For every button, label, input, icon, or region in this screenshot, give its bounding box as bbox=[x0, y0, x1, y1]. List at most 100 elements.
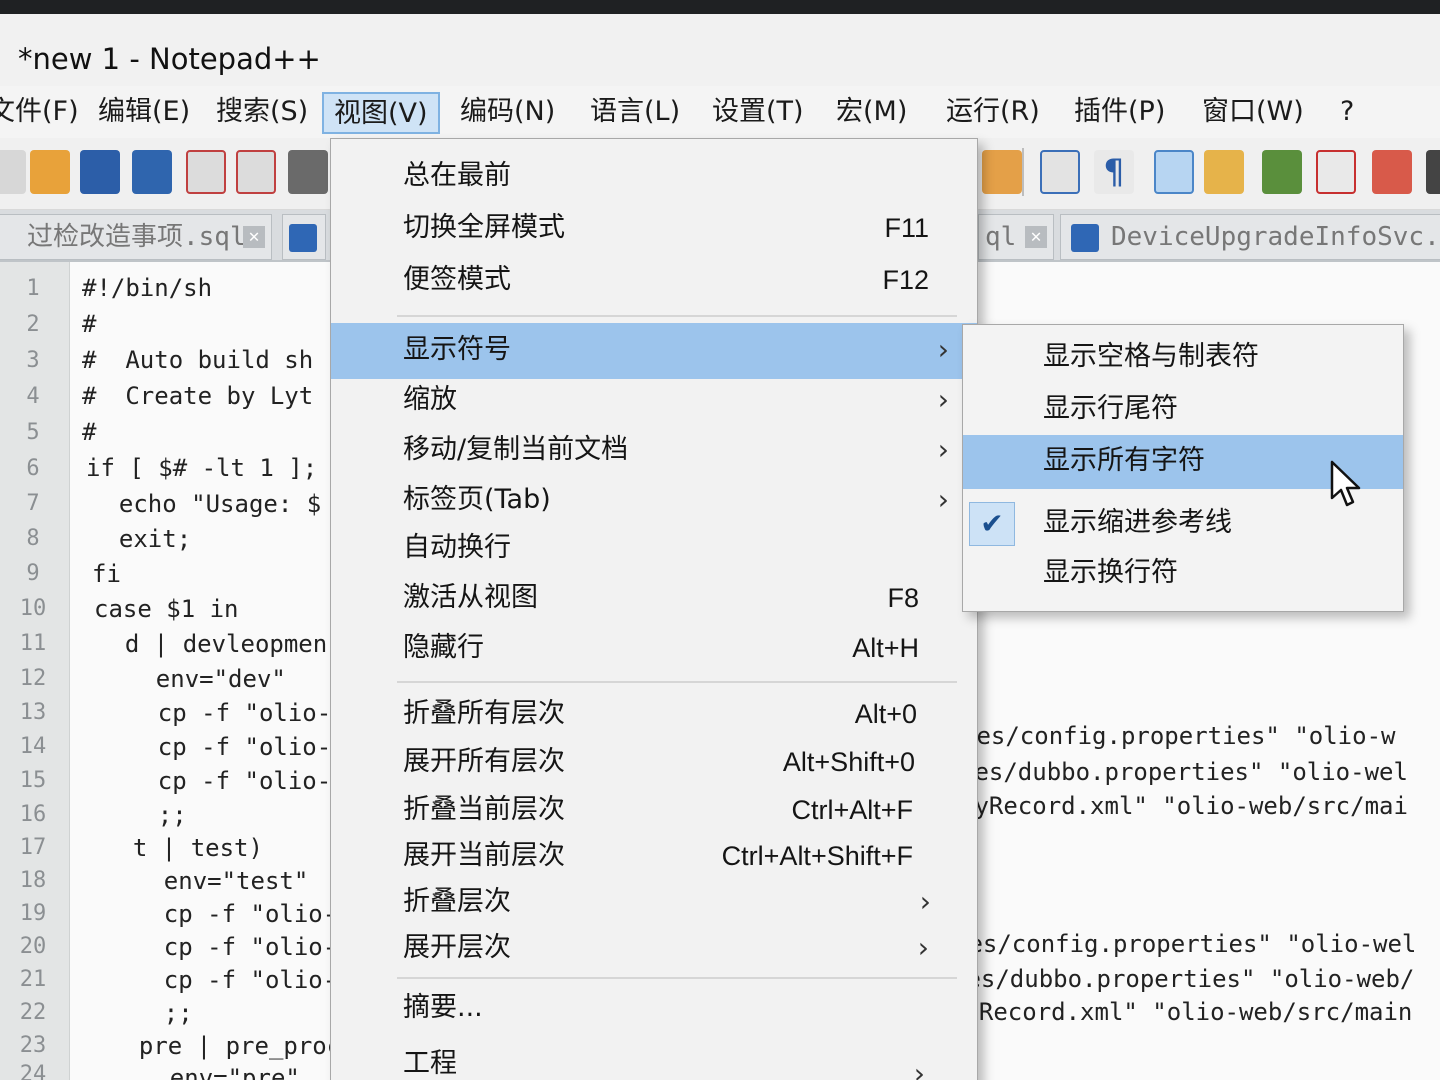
monitoring-icon[interactable] bbox=[1426, 150, 1440, 194]
menu-item-label: 隐藏行 bbox=[403, 632, 484, 663]
save-all-icon[interactable] bbox=[132, 150, 172, 194]
menu-item-shortcut: Alt+0 bbox=[854, 699, 917, 729]
line-number: 18 bbox=[19, 868, 47, 893]
code-line: t | test) bbox=[104, 834, 263, 862]
menu-item-move-clone[interactable]: 移动/复制当前文档 › bbox=[331, 427, 977, 475]
window-title: *new 1 - Notepad++ bbox=[18, 42, 321, 76]
menu-separator bbox=[397, 681, 957, 683]
line-number: 10 bbox=[19, 596, 47, 621]
menu-help[interactable]: ? bbox=[1330, 92, 1364, 134]
code-line-right: ies/config.properties" "olio-w bbox=[962, 722, 1396, 750]
line-number: 4 bbox=[26, 384, 40, 409]
menu-item-label: 显示缩进参考线 bbox=[1043, 507, 1232, 538]
menu-item-show-wrap-symbol[interactable]: 显示换行符 bbox=[963, 547, 1403, 601]
menu-settings[interactable]: 设置(T) bbox=[702, 92, 814, 134]
print-icon[interactable] bbox=[288, 150, 328, 194]
menu-item-summary[interactable]: 摘要... bbox=[331, 985, 977, 1033]
line-number: 5 bbox=[26, 420, 40, 445]
menu-item-label: 缩放 bbox=[403, 384, 457, 415]
line-number-gutter: 1 2 3 4 5 6 7 8 9 10 11 12 13 14 15 16 1… bbox=[0, 262, 70, 1080]
menu-item-label: 折叠当前层次 bbox=[403, 794, 565, 825]
line-number: 8 bbox=[26, 526, 40, 551]
menu-item-unfold-current[interactable]: 展开当前层次 Ctrl+Alt+Shift+F bbox=[331, 833, 977, 881]
function-list-icon[interactable] bbox=[1316, 150, 1356, 194]
menu-item-shortcut: Alt+H bbox=[852, 633, 919, 663]
menu-item-show-whitespace[interactable]: 显示空格与制表符 bbox=[963, 331, 1403, 385]
menu-macro[interactable]: 宏(M) bbox=[826, 92, 917, 134]
tab-device-upgrade[interactable]: DeviceUpgradeInfoSvc.ja bbox=[1060, 214, 1440, 260]
menu-item-label: 便签模式 bbox=[403, 264, 511, 295]
menu-item-hide-lines[interactable]: 隐藏行 Alt+H bbox=[331, 625, 977, 673]
menu-item-label: 切换全屏模式 bbox=[403, 212, 565, 243]
code-line-right: ies/config.properties" "olio-wel bbox=[954, 930, 1417, 958]
menu-item-project[interactable]: 工程 › bbox=[331, 1041, 977, 1080]
close-all-icon[interactable] bbox=[236, 150, 276, 194]
menu-plugins[interactable]: 插件(P) bbox=[1064, 92, 1175, 134]
menu-item-show-symbol[interactable]: 显示符号 › bbox=[331, 323, 977, 379]
code-line-right: ies/dubbo.properties" "olio-web/ bbox=[952, 965, 1415, 993]
menu-item-label: 显示空格与制表符 bbox=[1043, 341, 1259, 372]
code-line: # bbox=[82, 418, 97, 446]
menu-file[interactable]: 文件(F) bbox=[0, 92, 89, 134]
folder-workspace-icon[interactable] bbox=[1372, 150, 1412, 194]
menu-item-unfold-all[interactable]: 展开所有层次 Alt+Shift+0 bbox=[331, 739, 977, 787]
menu-item-label: 展开层次 bbox=[403, 932, 511, 963]
menu-item-postit[interactable]: 便签模式 F12 bbox=[331, 257, 977, 305]
menu-item-show-eol[interactable]: 显示行尾符 bbox=[963, 383, 1403, 437]
menu-item-label: 总在最前 bbox=[403, 160, 511, 191]
line-number: 22 bbox=[19, 1000, 47, 1025]
word-wrap-icon[interactable] bbox=[1040, 150, 1080, 194]
line-number: 7 bbox=[26, 491, 40, 516]
tab-second[interactable] bbox=[282, 214, 326, 260]
line-number: 17 bbox=[19, 835, 47, 860]
menu-bar: 文件(F) 编辑(E) 搜索(S) 视图(V) 编码(N) 语言(L) 设置(T… bbox=[0, 86, 1440, 138]
close-file-icon[interactable] bbox=[186, 150, 226, 194]
monitor-bezel bbox=[0, 0, 1440, 14]
save-icon[interactable] bbox=[80, 150, 120, 194]
open-file-icon[interactable] bbox=[30, 150, 70, 194]
menu-item-fold-level[interactable]: 折叠层次 › bbox=[331, 879, 977, 927]
line-number: 24 bbox=[19, 1062, 47, 1080]
indent-guide-icon[interactable] bbox=[1154, 150, 1194, 194]
menu-view[interactable]: 视图(V) bbox=[322, 92, 440, 134]
menu-item-label: 折叠层次 bbox=[403, 886, 511, 917]
code-line: # Auto build sh bbox=[82, 346, 314, 374]
menu-encoding[interactable]: 编码(N) bbox=[450, 92, 565, 134]
menu-item-fullscreen[interactable]: 切换全屏模式 F11 bbox=[331, 205, 977, 253]
tab-sql[interactable]: 过检改造事项.sql ✕ bbox=[0, 214, 272, 260]
menu-item-zoom[interactable]: 缩放 › bbox=[331, 377, 977, 425]
show-all-chars-icon[interactable]: ¶ bbox=[1094, 150, 1134, 194]
tab-ql[interactable]: ql ✕ bbox=[978, 214, 1054, 260]
doc-map-icon[interactable] bbox=[1262, 150, 1302, 194]
line-number: 23 bbox=[19, 1033, 47, 1058]
new-file-icon[interactable] bbox=[0, 150, 26, 194]
menu-item-focus-other-view[interactable]: 激活从视图 F8 bbox=[331, 575, 977, 623]
menu-item-word-wrap[interactable]: 自动换行 bbox=[331, 525, 977, 573]
menu-item-unfold-level[interactable]: 展开层次 › bbox=[331, 925, 977, 973]
menu-run[interactable]: 运行(R) bbox=[936, 92, 1050, 134]
menu-item-tab[interactable]: 标签页(Tab) › bbox=[331, 477, 977, 525]
menu-language[interactable]: 语言(L) bbox=[580, 92, 690, 134]
line-number: 11 bbox=[19, 631, 47, 656]
sync-scroll-icon[interactable] bbox=[982, 150, 1022, 194]
menu-item-label: 摘要... bbox=[403, 992, 483, 1023]
menu-item-fold-all[interactable]: 折叠所有层次 Alt+0 bbox=[331, 691, 977, 739]
menu-window[interactable]: 窗口(W) bbox=[1192, 92, 1314, 134]
menu-item-label: 折叠所有层次 bbox=[403, 698, 565, 729]
checkmark-icon: ✔ bbox=[969, 502, 1015, 546]
code-line: exit; bbox=[90, 525, 192, 553]
close-icon[interactable]: ✕ bbox=[243, 226, 265, 248]
menu-item-fold-current[interactable]: 折叠当前层次 Ctrl+Alt+F bbox=[331, 787, 977, 835]
chevron-right-icon: › bbox=[913, 1057, 925, 1080]
menu-edit[interactable]: 编辑(E) bbox=[88, 92, 200, 134]
code-line: env="pre" bbox=[112, 1064, 300, 1080]
tab-label: DeviceUpgradeInfoSvc.ja bbox=[1111, 222, 1440, 252]
line-number: 14 bbox=[19, 734, 47, 759]
chevron-right-icon: › bbox=[919, 885, 931, 918]
menu-item-always-on-top[interactable]: 总在最前 bbox=[331, 153, 977, 201]
menu-search[interactable]: 搜索(S) bbox=[206, 92, 318, 134]
menu-item-label: 自动换行 bbox=[403, 532, 511, 563]
user-define-lang-icon[interactable] bbox=[1204, 150, 1244, 194]
close-icon[interactable]: ✕ bbox=[1025, 226, 1047, 248]
code-line: cp -f "olio- bbox=[106, 900, 338, 928]
